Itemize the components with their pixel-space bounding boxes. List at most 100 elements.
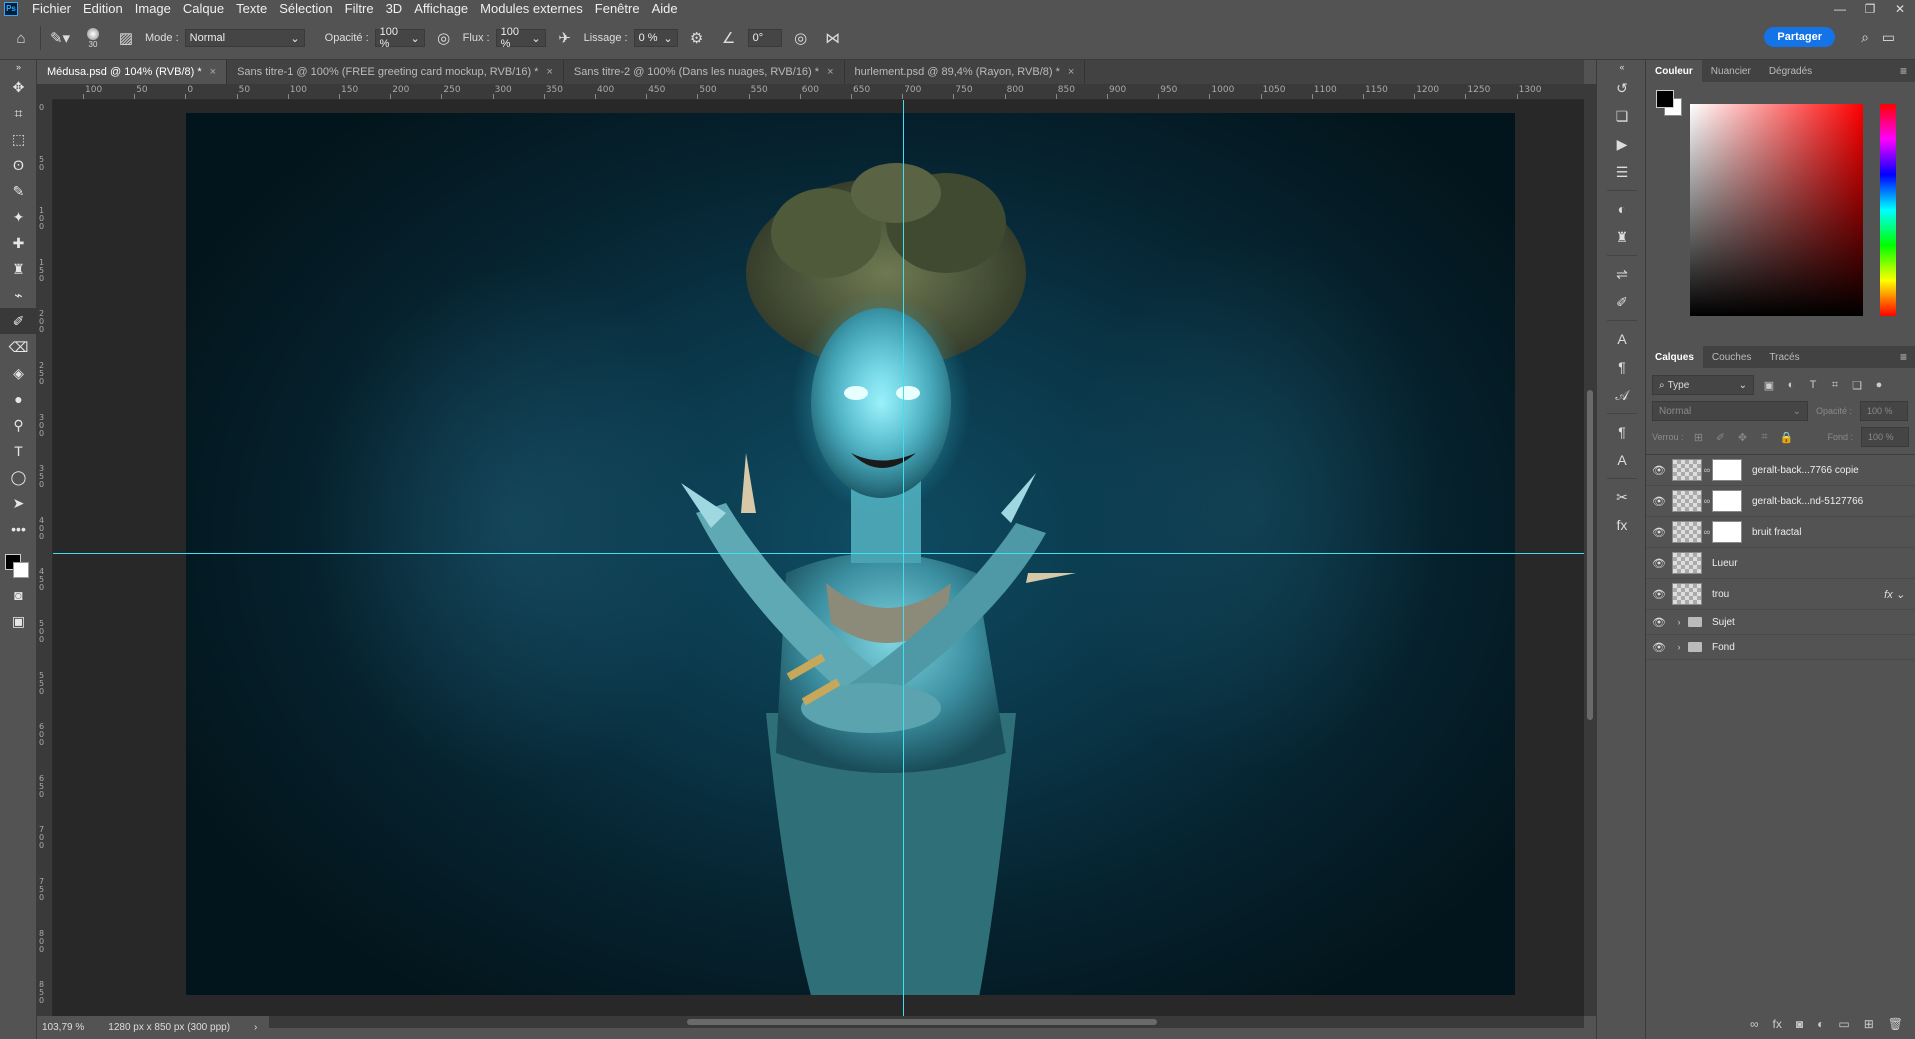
layer-thumbnail[interactable]	[1672, 521, 1702, 543]
close-tab-icon[interactable]: ×	[210, 66, 216, 78]
eye-icon[interactable]: 👁	[1646, 495, 1672, 508]
menu-3d[interactable]: 3D	[380, 1, 409, 16]
trash-icon[interactable]: 🗑	[1888, 1017, 1903, 1031]
link-layers-icon[interactable]: ∞	[1750, 1017, 1759, 1031]
opacity-field[interactable]: 100 % ⌄	[374, 26, 425, 50]
smart-object-filter-icon[interactable]: ❏	[1850, 379, 1864, 392]
chevron-right-icon[interactable]: ›	[254, 1022, 257, 1033]
new-group-icon[interactable]: ▭	[1838, 1017, 1849, 1031]
shape-filter-icon[interactable]: ⌗	[1828, 379, 1842, 392]
tab-sans-titre-2[interactable]: Sans titre-2 @ 100% (Dans les nuages, RV…	[564, 60, 845, 84]
panel-menu-icon[interactable]: ≡	[1900, 64, 1915, 78]
eye-icon[interactable]: 👁	[1646, 641, 1672, 654]
paint-bucket-tool-icon[interactable]: ◈	[0, 360, 37, 386]
paragraph-styles-icon[interactable]: ¶	[1597, 418, 1647, 446]
brush-settings-icon[interactable]: ✐	[1597, 288, 1647, 316]
navigator-icon[interactable]: ◐	[1597, 195, 1647, 223]
new-layer-icon[interactable]: ⊞	[1864, 1017, 1874, 1031]
crop-tool-icon[interactable]: ⌗	[0, 100, 37, 126]
clone-stamp-tool-icon[interactable]: ♜	[0, 256, 37, 282]
layer-name[interactable]: Lueur	[1712, 558, 1738, 569]
lock-artboard-icon[interactable]: ⌗	[1758, 431, 1772, 444]
glyphs-icon[interactable]: 𝒜	[1597, 381, 1647, 409]
add-style-icon[interactable]: fx	[1773, 1017, 1782, 1031]
fx-effects-icon[interactable]: fx ⌄	[1884, 588, 1905, 601]
mode-select[interactable]: Normal ⌄	[184, 29, 305, 47]
character-icon[interactable]: A	[1597, 325, 1647, 353]
brush-size-picker[interactable]: 30	[79, 27, 107, 49]
gear-icon[interactable]: ⚙	[684, 25, 710, 51]
filter-toggle-icon[interactable]: ●	[1872, 379, 1886, 391]
tab-degrades[interactable]: Dégradés	[1760, 60, 1821, 82]
move-tool-icon[interactable]: ✥	[0, 74, 37, 100]
play-actions-icon[interactable]: ▶	[1597, 130, 1647, 158]
layer-name[interactable]: geralt-back...7766 copie	[1752, 465, 1859, 476]
color-swatches[interactable]	[0, 542, 37, 582]
image-filter-icon[interactable]: ▣	[1762, 379, 1776, 392]
chevron-right-icon[interactable]: ›	[1674, 617, 1684, 627]
pressure-size-icon[interactable]: ◎	[788, 25, 814, 51]
adjustments-icon[interactable]: ⇌	[1597, 260, 1647, 288]
lock-position-icon[interactable]: ✥	[1736, 431, 1750, 444]
layer-row[interactable]: 👁 Lueur	[1646, 548, 1915, 579]
marquee-tool-icon[interactable]: ⬚	[0, 126, 37, 152]
quick-mask-icon[interactable]: ◙	[0, 582, 37, 608]
menu-affichage[interactable]: Affichage	[408, 1, 474, 16]
add-mask-icon[interactable]: ◙	[1796, 1017, 1803, 1031]
eye-icon[interactable]: 👁	[1646, 557, 1672, 570]
menu-filtre[interactable]: Filtre	[339, 1, 380, 16]
quick-selection-tool-icon[interactable]: ✎	[0, 178, 37, 204]
airbrush-icon[interactable]: ✈	[552, 25, 578, 51]
horizontal-scrollbar[interactable]	[269, 1016, 1584, 1028]
eye-icon[interactable]: 👁	[1646, 526, 1672, 539]
close-icon[interactable]: ✕	[1885, 2, 1915, 16]
zoom-level[interactable]: 103,79 %	[42, 1022, 84, 1033]
menu-texte[interactable]: Texte	[230, 1, 273, 16]
more-tools-icon[interactable]: •••	[0, 516, 37, 542]
close-tab-icon[interactable]: ×	[546, 66, 552, 78]
eye-icon[interactable]: 👁	[1646, 588, 1672, 601]
eyedropper-tool-icon[interactable]: ⌁	[0, 282, 37, 308]
canvas-workspace[interactable]	[53, 100, 1584, 1016]
layer-row[interactable]: 👁 ∞ geralt-back...nd-5127766	[1646, 486, 1915, 517]
layer-thumbnail[interactable]	[1672, 459, 1702, 481]
layer-mask-thumbnail[interactable]	[1712, 521, 1742, 543]
share-button[interactable]: Partager	[1764, 27, 1835, 47]
foreground-color-swatch[interactable]	[1656, 90, 1674, 108]
blur-tool-icon[interactable]: ●	[0, 386, 37, 412]
layer-row[interactable]: 👁 ∞ geralt-back...7766 copie	[1646, 455, 1915, 486]
restore-icon[interactable]: ❐	[1855, 2, 1885, 16]
menu-selection[interactable]: Sélection	[273, 1, 338, 16]
menu-fenetre[interactable]: Fenêtre	[589, 1, 646, 16]
adjust-sliders-icon[interactable]: ☰	[1597, 158, 1647, 186]
paragraph-icon[interactable]: ¶	[1597, 353, 1647, 381]
tab-hurlement[interactable]: hurlement.psd @ 89,4% (Rayon, RVB/8) * ×	[845, 60, 1086, 84]
history-icon[interactable]: ↺	[1597, 74, 1647, 102]
text-filter-icon[interactable]: T	[1806, 379, 1820, 391]
new-adjustment-icon[interactable]: ◐	[1817, 1017, 1824, 1031]
layer-name[interactable]: bruit fractal	[1752, 527, 1801, 538]
brush-preset-icon[interactable]: ✎▾	[47, 25, 73, 51]
link-icon[interactable]: ∞	[1702, 496, 1712, 506]
scrollbar-thumb[interactable]	[1587, 390, 1593, 720]
scrollbar-thumb[interactable]	[687, 1019, 1157, 1025]
menu-edition[interactable]: Edition	[77, 1, 129, 16]
collapse-icon[interactable]: «	[1597, 60, 1647, 74]
lasso-tool-icon[interactable]: ʘ	[0, 152, 37, 178]
panel-menu-icon[interactable]: ≡	[1900, 350, 1915, 364]
symmetry-icon[interactable]: ⋈	[820, 25, 846, 51]
minimize-icon[interactable]: —	[1825, 2, 1855, 16]
menu-aide[interactable]: Aide	[646, 1, 684, 16]
layer-opacity-field[interactable]: 100 %	[1860, 401, 1909, 421]
tab-medusa[interactable]: Médusa.psd @ 104% (RVB/8) * ×	[37, 60, 228, 84]
layer-name[interactable]: Fond	[1712, 642, 1735, 653]
search-icon[interactable]: ⌕	[1861, 29, 1869, 46]
pressure-opacity-icon[interactable]: ◎	[431, 25, 457, 51]
adjustment-filter-icon[interactable]: ◐	[1784, 379, 1798, 391]
close-tab-icon[interactable]: ×	[1068, 66, 1074, 78]
clone-source-icon[interactable]: ♜	[1597, 223, 1647, 251]
dodge-tool-icon[interactable]: ⚲	[0, 412, 37, 438]
vertical-guide[interactable]	[903, 100, 904, 1016]
vertical-ruler[interactable]: 0 5 0 1 0 0 1 5 0 2 0 0 2 5 0 3 0 0 3 5 0 4 0 0 4…	[37, 100, 53, 1016]
layer-group-row[interactable]: 👁 › Fond	[1646, 635, 1915, 660]
